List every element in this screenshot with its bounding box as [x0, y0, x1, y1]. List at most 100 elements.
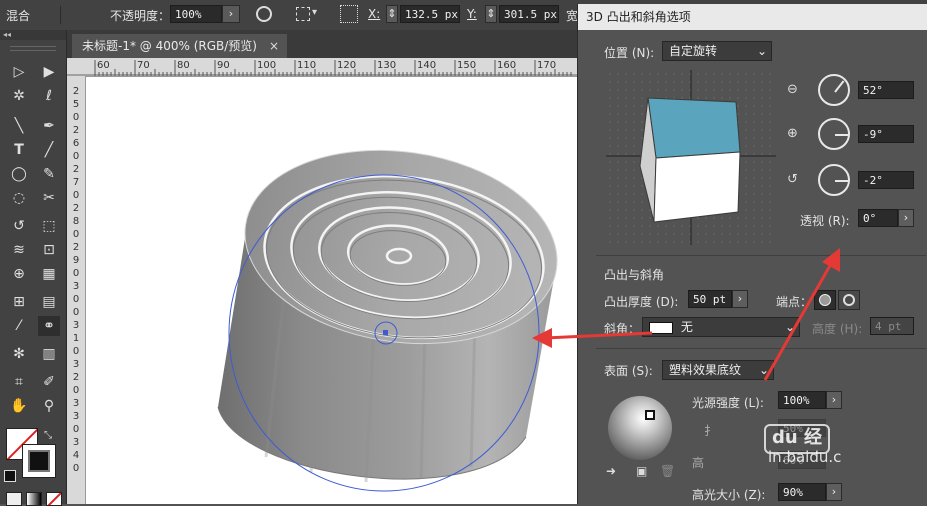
ruler-tick-label: 0	[72, 346, 80, 357]
rotate-z-input[interactable]: -2°	[858, 171, 914, 189]
cap-on-icon[interactable]	[814, 290, 836, 310]
ellipse-tool-icon[interactable]: ◯	[8, 164, 30, 184]
rotate-x-input[interactable]: 52°	[858, 81, 914, 99]
ruler-tick-label: 170	[537, 60, 557, 71]
surface-dropdown[interactable]: 塑料效果底纹 ⌄	[662, 360, 774, 380]
light-intensity-slider-button[interactable]: ›	[826, 391, 842, 409]
gradient-tool-icon[interactable]: ▤	[38, 292, 60, 312]
line-tool-icon[interactable]: ╲	[8, 116, 30, 136]
line-segment-icon[interactable]: ╱	[38, 140, 60, 160]
position-dropdown[interactable]: 自定旋转 ⌄	[662, 41, 772, 61]
recolor-icon[interactable]	[256, 6, 272, 22]
paintbrush-icon[interactable]: ✎	[38, 164, 60, 184]
ruler-tick-label: 0	[72, 463, 80, 474]
opacity-label: 不透明度：	[110, 9, 171, 23]
x-stepper[interactable]: ⇕	[386, 5, 398, 23]
extrude-depth-input[interactable]: 50 pt	[688, 290, 732, 308]
slice-tool-icon[interactable]: ✐	[38, 372, 60, 392]
default-colors-icon[interactable]	[4, 470, 16, 482]
move-light-back-icon[interactable]: ➜	[606, 464, 616, 478]
perspective-slider-button[interactable]: ›	[898, 209, 914, 227]
lasso-icon[interactable]: ℓ	[38, 86, 60, 106]
perspective-label: 透视 (R):	[800, 214, 850, 228]
highlight-size-slider-button[interactable]: ›	[826, 483, 842, 501]
swap-fill-stroke-icon[interactable]: ⤡	[44, 430, 52, 441]
bevel-height-input[interactable]: 4 pt	[870, 317, 914, 335]
cap-off-icon[interactable]	[838, 290, 860, 310]
extrude-depth-label: 凸出厚度 (D):	[604, 295, 679, 309]
scissors-icon[interactable]: ✂	[38, 188, 60, 208]
perspective-input[interactable]: 0°	[858, 209, 898, 227]
opacity-input[interactable]: 100%	[170, 5, 222, 23]
document-tab[interactable]: 未标题-1* @ 400% (RGB/预览) ×	[72, 34, 287, 58]
document-tab-title: 未标题-1* @ 400% (RGB/预览)	[82, 39, 257, 53]
chevron-down-icon: ⌄	[756, 44, 767, 58]
artboard[interactable]	[86, 77, 577, 504]
collapse-icon[interactable]: ◂◂	[0, 30, 66, 40]
artboard-tool-icon[interactable]: ⌗	[8, 372, 30, 392]
rotate-z-dial[interactable]	[818, 164, 850, 196]
dialog-title[interactable]: 3D 凸出和斜角选项	[578, 4, 927, 30]
ruler-tick-label: 8	[72, 216, 80, 227]
ruler-tick-label: 3	[72, 320, 80, 331]
perspective-grid-icon[interactable]: ▦	[38, 264, 60, 284]
track-cube-area[interactable]	[606, 70, 776, 245]
3d-cylinder-artwork[interactable]	[217, 131, 570, 492]
ruler-tick-label: 9	[72, 255, 80, 266]
ruler-tick-label: 3	[72, 359, 80, 370]
highlight-size-label: 高光大小 (Z):	[692, 488, 766, 502]
rotate-tool-icon[interactable]: ↺	[8, 216, 30, 236]
blob-brush-icon[interactable]: ◌	[8, 188, 30, 208]
width-tool-icon[interactable]: ≋	[8, 240, 30, 260]
scale-tool-icon[interactable]: ⬚	[38, 216, 60, 236]
y-label: Y:	[467, 7, 477, 21]
mesh-tool-icon[interactable]: ⊞	[8, 292, 30, 312]
x-input[interactable]: 132.5 px	[400, 5, 460, 23]
direct-selection-tool-icon[interactable]: ▶	[38, 62, 60, 82]
highlight-size-input[interactable]: 90%	[778, 483, 826, 501]
eyedropper-icon[interactable]: ⁄	[8, 316, 30, 336]
column-graph-icon[interactable]: ▥	[38, 344, 60, 364]
blend-mode-label[interactable]: 混合	[6, 7, 30, 24]
shape-builder-icon[interactable]: ⊕	[8, 264, 30, 284]
y-input[interactable]: 301.5 px	[499, 5, 559, 23]
opacity-arrow-button[interactable]: ›	[222, 5, 240, 23]
type-tool-icon[interactable]: T	[8, 140, 30, 160]
symbol-sprayer-icon[interactable]: ✻	[8, 344, 30, 364]
selection-tool-icon[interactable]: ▷	[8, 62, 30, 82]
bevel-height-label: 高度 (H):	[812, 322, 863, 336]
ruler-tick-label: 0	[72, 385, 80, 396]
hand-tool-icon[interactable]: ✋	[8, 396, 30, 416]
rotate-x-dial[interactable]	[818, 74, 850, 106]
panel-grip[interactable]	[10, 46, 56, 51]
stroke-swatch[interactable]	[22, 444, 56, 478]
x-label: X:	[368, 7, 381, 21]
delete-light-icon[interactable]: 🗑	[660, 464, 675, 478]
bevel-value: 无	[680, 320, 693, 334]
chevron-down-icon: ⌄	[758, 363, 769, 377]
blend-tool-icon[interactable]: ⚭	[38, 316, 60, 336]
light-intensity-input[interactable]: 100%	[778, 391, 826, 409]
extrude-depth-slider-button[interactable]: ›	[732, 290, 748, 308]
magic-wand-icon[interactable]: ✲	[8, 86, 30, 106]
reference-point-icon[interactable]	[340, 5, 358, 23]
pen-tool-icon[interactable]: ✒	[38, 116, 60, 136]
ruler-tick-label: 130	[377, 60, 397, 71]
chevron-down-icon[interactable]: ▾	[312, 7, 317, 18]
align-selection-icon[interactable]	[296, 7, 310, 21]
close-icon[interactable]: ×	[269, 34, 279, 58]
ruler-tick-label: 0	[72, 229, 80, 240]
zoom-tool-icon[interactable]: ⚲	[38, 396, 60, 416]
bevel-dropdown[interactable]: 无 ⌄	[642, 317, 800, 337]
ruler-tick-label: 2	[72, 86, 80, 97]
free-transform-icon[interactable]: ⊡	[38, 240, 60, 260]
ruler-tick-label: 110	[297, 60, 317, 71]
bevel-swatch-icon	[649, 321, 673, 334]
light-source-handle[interactable]	[645, 410, 655, 420]
y-stepper[interactable]: ⇕	[485, 5, 497, 23]
rotate-y-dial[interactable]	[818, 118, 850, 150]
ruler-tick-label: 100	[257, 60, 277, 71]
lighting-sphere[interactable]	[608, 396, 672, 460]
new-light-icon[interactable]: ▣	[636, 464, 647, 478]
rotate-y-input[interactable]: -9°	[858, 125, 914, 143]
